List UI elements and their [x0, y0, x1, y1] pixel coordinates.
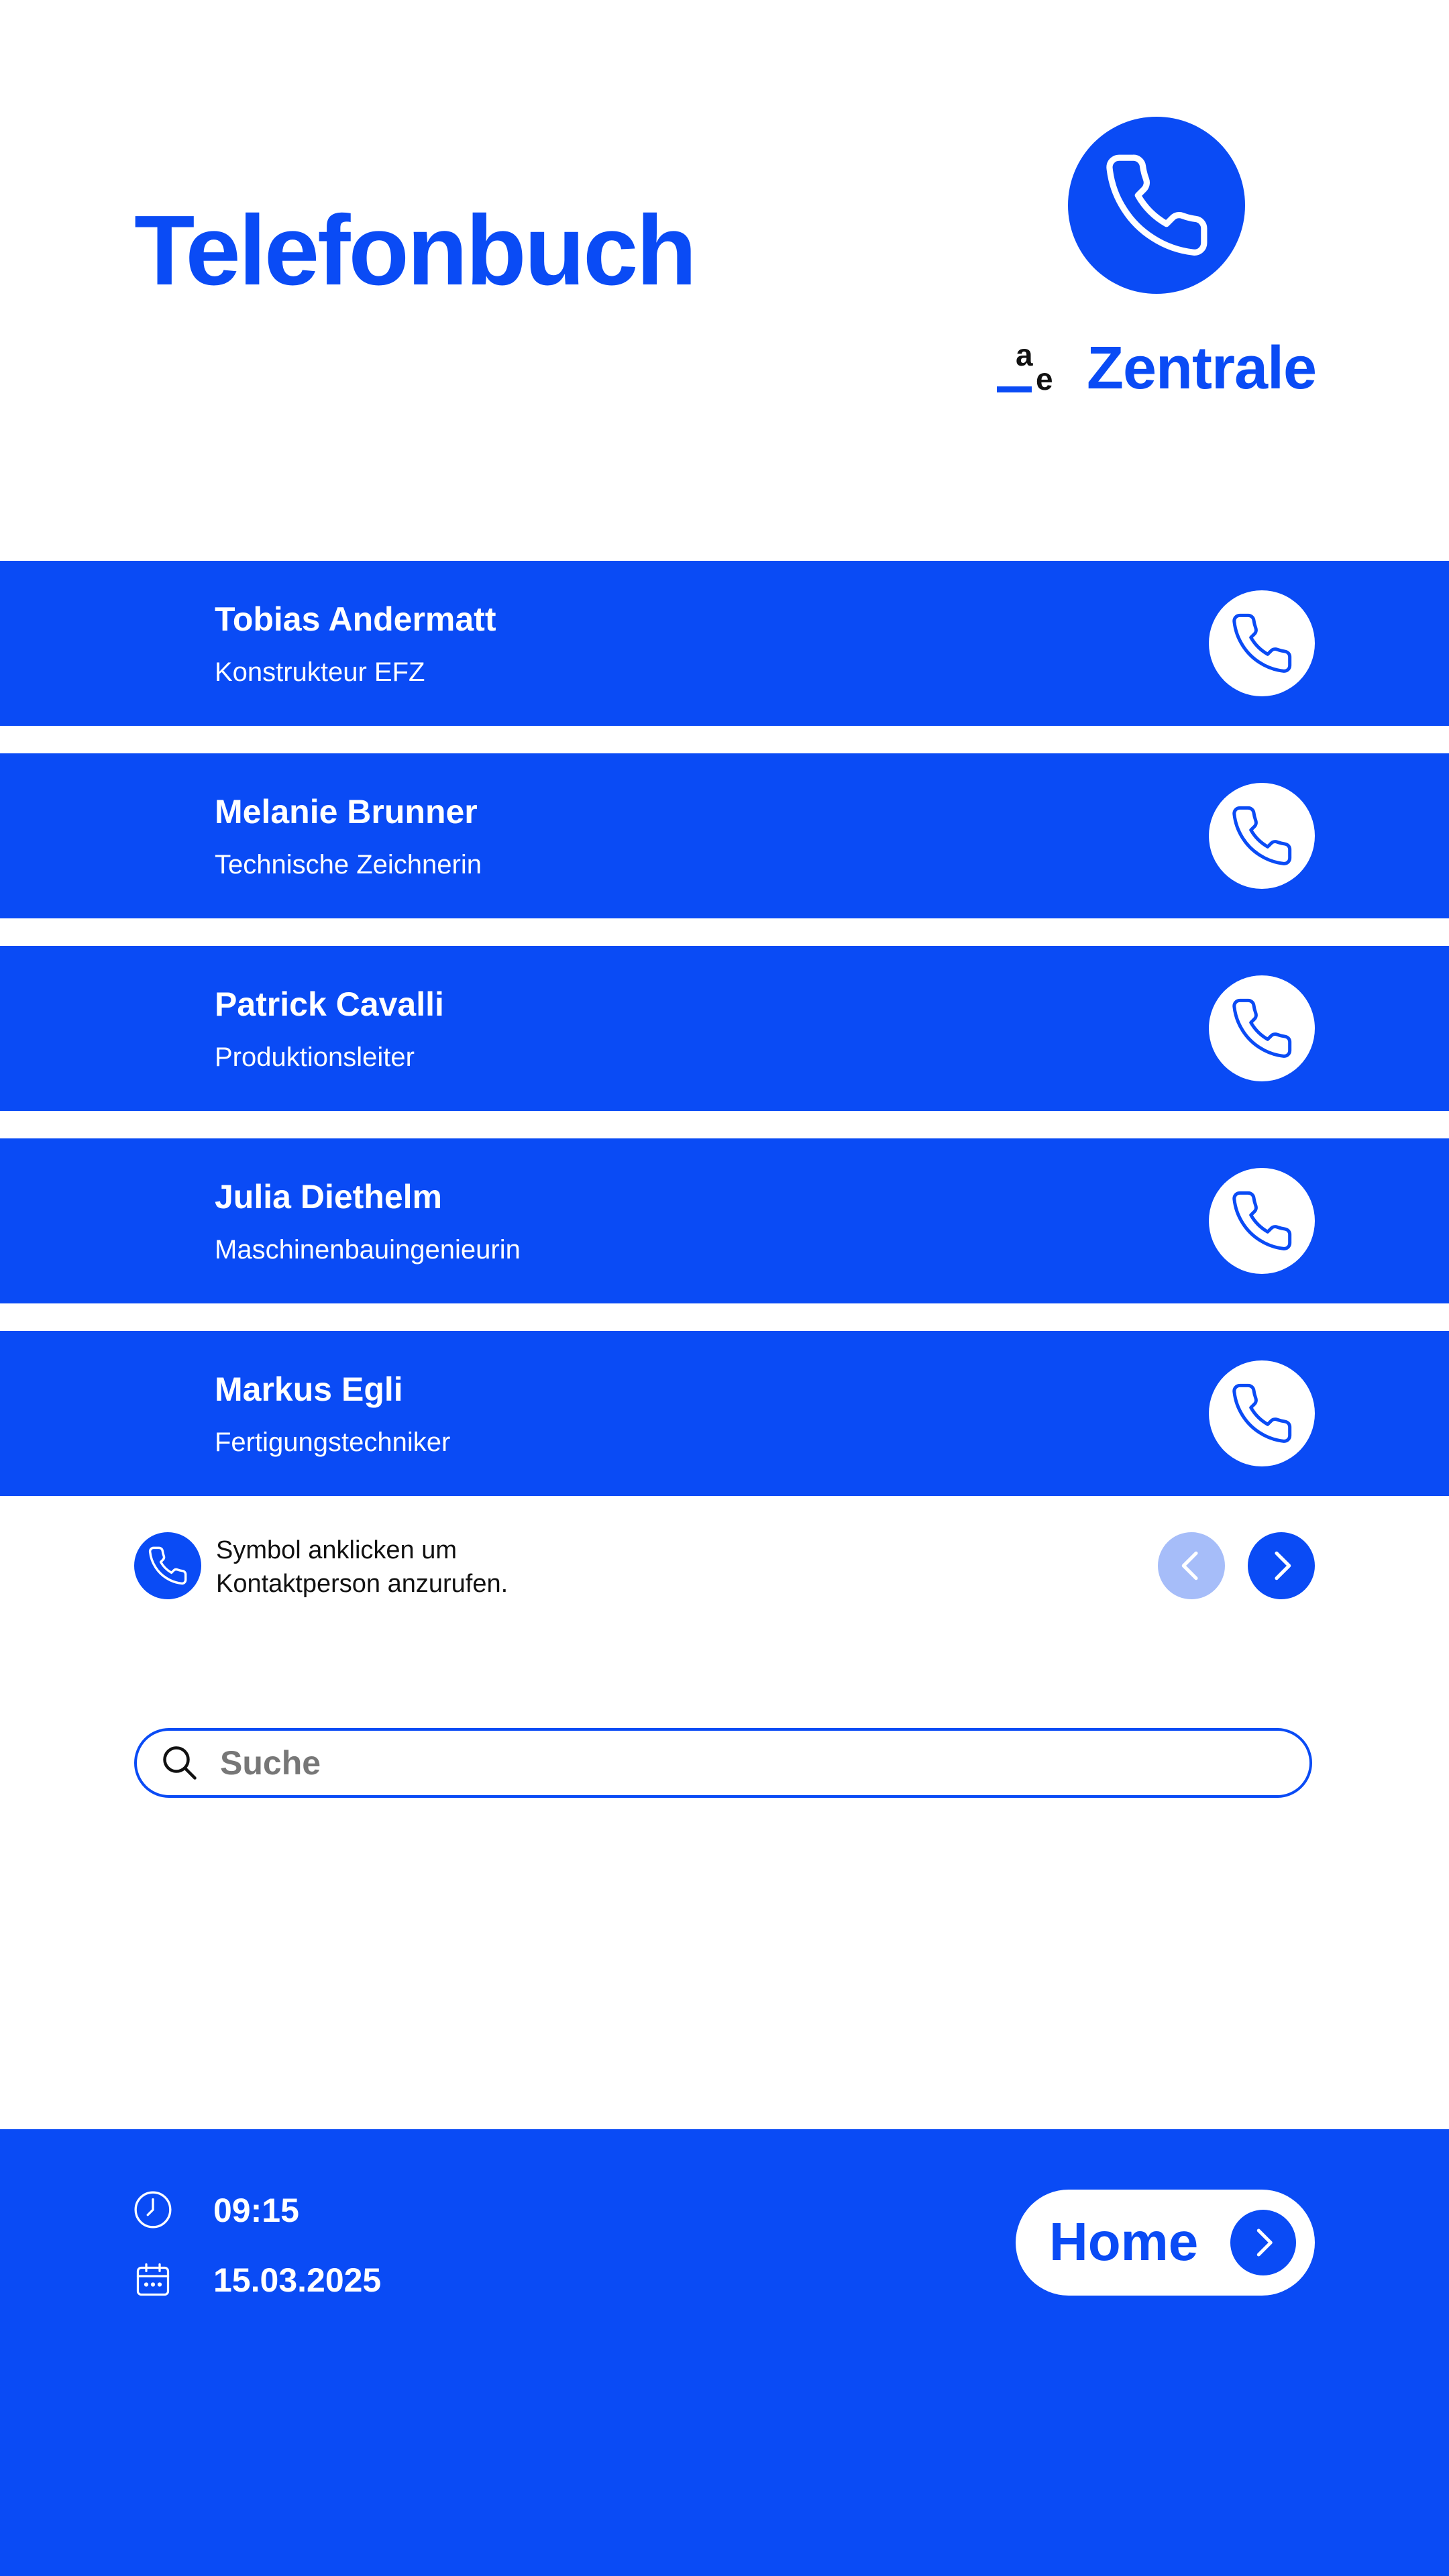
contact-row: Markus Egli Fertigungstechniker [0, 1331, 1449, 1496]
chevron-left-icon [1181, 1551, 1198, 1580]
contact-name: Julia Diethelm [215, 1178, 442, 1216]
home-label: Home [1049, 2212, 1199, 2271]
chevron-right-icon [1230, 2210, 1296, 2275]
phone-icon [1232, 806, 1292, 865]
phone-icon [1232, 1383, 1292, 1443]
hint-phone-badge [134, 1532, 201, 1599]
call-button[interactable] [1209, 783, 1315, 889]
contact-name: Tobias Andermatt [215, 600, 496, 638]
central-link[interactable]: a e Zentrale [997, 331, 1317, 405]
contact-role: Fertigungstechniker [215, 1428, 451, 1457]
call-button[interactable] [1209, 975, 1315, 1081]
current-time: 09:15 [213, 2192, 299, 2229]
next-page-button[interactable] [1248, 1532, 1315, 1599]
hint-line: Kontaktperson anzurufen. [216, 1570, 508, 1598]
clock-icon [131, 2188, 174, 2231]
contact-role: Maschinenbauingenieurin [215, 1235, 521, 1265]
search-input[interactable] [219, 1743, 1228, 1783]
contact-name: Markus Egli [215, 1371, 403, 1408]
phone-icon [1232, 613, 1292, 673]
page-title: Telefonbuch [134, 195, 697, 306]
phone-icon [1106, 154, 1208, 256]
phone-icon [1232, 1191, 1292, 1250]
contact-role: Konstrukteur EFZ [215, 657, 425, 687]
contact-name: Melanie Brunner [215, 793, 478, 830]
contact-row: Melanie Brunner Technische Zeichnerin [0, 753, 1449, 918]
logo-letter-e: e [1036, 362, 1053, 396]
phone-icon [1232, 998, 1292, 1058]
home-button[interactable]: Home [1016, 2190, 1315, 2296]
contact-row: Julia Diethelm Maschinenbauingenieurin [0, 1138, 1449, 1303]
current-date: 15.03.2025 [213, 2261, 382, 2299]
call-button[interactable] [1209, 590, 1315, 696]
phone-icon [148, 1546, 187, 1585]
contact-role: Produktionsleiter [215, 1042, 415, 1072]
search-icon [160, 1743, 200, 1783]
footer-bar: 09:15 15.03.2025 Home [0, 2129, 1449, 2576]
contact-name: Patrick Cavalli [215, 985, 444, 1023]
logo-bar [997, 386, 1032, 392]
hint-text: Symbol anklicken um Kontaktperson anzuru… [216, 1534, 508, 1601]
call-button[interactable] [1209, 1360, 1315, 1466]
hint-line: Symbol anklicken um [216, 1536, 458, 1564]
contact-row: Patrick Cavalli Produktionsleiter [0, 946, 1449, 1111]
contact-role: Technische Zeichnerin [215, 850, 482, 879]
central-call-button[interactable] [1068, 117, 1245, 294]
call-button[interactable] [1209, 1168, 1315, 1274]
search-bar[interactable] [134, 1728, 1312, 1798]
previous-page-button[interactable] [1158, 1532, 1225, 1599]
calendar-icon [131, 2258, 174, 2301]
logo-letter-a: a [1016, 337, 1033, 372]
central-label[interactable]: Zentrale [1087, 334, 1317, 403]
chevron-right-icon [1275, 1551, 1291, 1580]
company-logo: a e [997, 338, 1059, 398]
contact-row: Tobias Andermatt Konstrukteur EFZ [0, 561, 1449, 726]
